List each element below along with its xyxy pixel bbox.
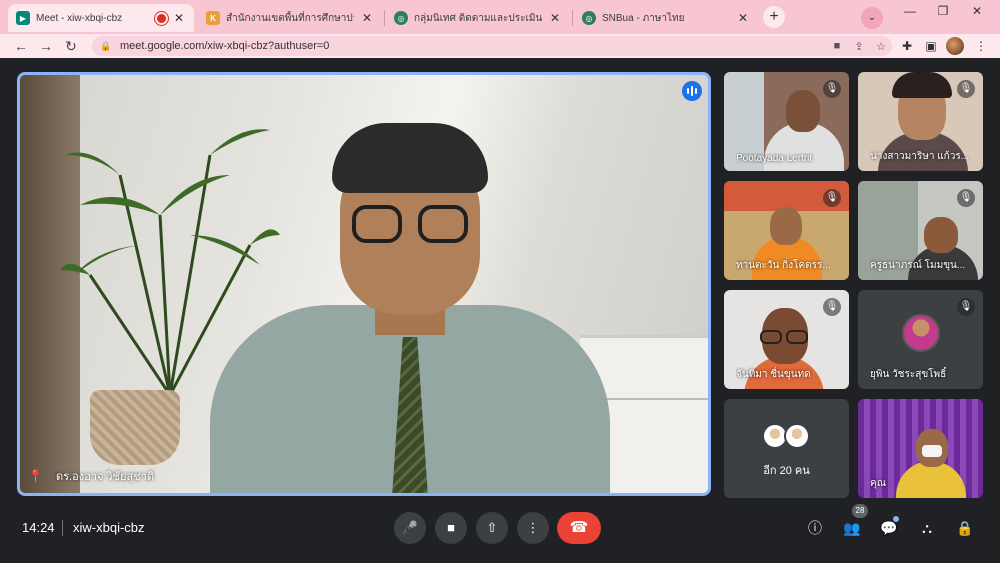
extensions-icon[interactable]: ✚	[898, 37, 916, 55]
tab-search-button[interactable]: ⌄	[861, 7, 883, 29]
tab-title: สำนักงานเขตพื้นที่การศึกษาประถมศึกษ	[226, 12, 354, 24]
new-tab-button[interactable]: +	[763, 6, 785, 28]
participant-tile[interactable]: คุณ	[858, 399, 983, 498]
camera-icon[interactable]: ■	[826, 40, 848, 52]
present-button[interactable]: ⇧	[476, 512, 508, 544]
main-speaker-tile[interactable]: 📍 ดร.องอาจ วิชัยสุชาติ	[17, 72, 711, 496]
close-icon[interactable]: ✕	[172, 11, 186, 25]
tab-office[interactable]: K สำนักงานเขตพื้นที่การศึกษาประถมศึกษ ✕	[198, 4, 382, 32]
people-count-badge: 28	[852, 504, 868, 518]
participant-tile[interactable]: 🎙 ครูธนาภรณ์ โมมขุน...	[858, 181, 983, 280]
globe-icon: ◎	[582, 11, 596, 25]
tab-meet[interactable]: ▶ Meet - xiw-xbqi-cbz ✕	[8, 4, 194, 32]
globe-icon: ◎	[394, 11, 408, 25]
main-speaker-name: ดร.องอาจ วิชัยสุชาติ	[56, 471, 154, 483]
participant-tile[interactable]: 🎙 Pootayada Lertrit	[724, 72, 849, 171]
mic-off-icon: 🎙	[957, 80, 975, 98]
close-icon[interactable]: ✕	[360, 11, 374, 25]
menu-kebab-icon[interactable]: ⋮	[972, 37, 990, 55]
activities-icon[interactable]: ⛬	[917, 518, 937, 538]
camera-button[interactable]: ■	[435, 512, 467, 544]
mic-off-icon: 🎙	[957, 298, 975, 316]
meeting-time: 14:24	[22, 520, 55, 535]
tab-snbua[interactable]: ◎ SNBua - ภาษาไทย ✕	[574, 4, 758, 32]
participant-tile[interactable]: 🎙 จันทิมา ชื่นขุนทด	[724, 290, 849, 389]
more-participants-label: อีก 20 คน	[763, 465, 810, 477]
microphone-button[interactable]: 🎤	[394, 512, 426, 544]
mic-off-icon: 🎙	[823, 80, 841, 98]
bookmark-star-icon[interactable]: ☆	[870, 40, 892, 53]
more-options-button[interactable]: ⋮	[517, 512, 549, 544]
pin-icon[interactable]: 📍	[28, 469, 43, 483]
browser-toolbar: ← → ↻ 🔒 meet.google.com/xiw-xbqi-cbz?aut…	[0, 34, 1000, 58]
address-bar[interactable]: 🔒 meet.google.com/xiw-xbqi-cbz?authuser=…	[92, 36, 892, 56]
divider	[62, 520, 63, 536]
people-icon[interactable]: 👥	[842, 518, 862, 538]
mic-off-icon: 🎙	[823, 298, 841, 316]
close-icon[interactable]: ✕	[736, 11, 750, 25]
tab-divider	[572, 10, 573, 26]
microphone-icon: 🎤	[401, 520, 419, 535]
participant-tile[interactable]: 🎙 ยุพิน วัชระสุขโพธิ์	[858, 290, 983, 389]
url-text: meet.google.com/xiw-xbqi-cbz?authuser=0	[120, 40, 330, 52]
meeting-code: xiw-xbqi-cbz	[73, 520, 145, 535]
participant-name: ครูธนาภรณ์ โมมขุน...	[870, 260, 966, 271]
restore-icon[interactable]: ❐	[928, 4, 958, 18]
minimize-icon[interactable]: —	[895, 4, 925, 18]
speaking-indicator-icon	[682, 81, 702, 101]
participant-name: ยุพิน วัชระสุขโพธิ์	[870, 369, 947, 380]
profile-avatar[interactable]	[946, 37, 964, 55]
participant-tile[interactable]: 🎙 ทานตะวัน กิ่งโคตรร...	[724, 181, 849, 280]
reload-icon[interactable]: ↻	[62, 37, 80, 55]
close-icon[interactable]: ✕	[548, 11, 562, 25]
tab-supervision[interactable]: ◎ กลุ่มนิเทศ ติดตามและประเมินผลการจัด ✕	[386, 4, 570, 32]
present-screen-icon: ⇧	[486, 520, 498, 535]
hangup-phone-icon: ☎	[569, 519, 589, 536]
participant-avatar	[902, 314, 940, 352]
speaker-video	[20, 75, 708, 493]
participant-name: คุณ	[870, 478, 886, 489]
tab-title: Meet - xiw-xbqi-cbz	[36, 12, 123, 24]
mic-off-icon: 🎙	[823, 189, 841, 207]
tab-divider	[384, 10, 385, 26]
close-window-icon[interactable]: ✕	[962, 4, 992, 18]
participant-tile[interactable]: 🎙 นางสาวมาริษา แก้วร...	[858, 72, 983, 171]
host-controls-icon[interactable]: 🔒	[955, 518, 975, 538]
more-participants-tile[interactable]: อีก 20 คน	[724, 399, 849, 498]
recording-icon	[157, 13, 166, 23]
lock-icon: 🔒	[100, 40, 112, 51]
back-icon[interactable]: ←	[12, 37, 30, 55]
site-favicon-icon: K	[206, 11, 220, 25]
chat-notification-dot	[893, 516, 899, 522]
tab-title: กลุ่มนิเทศ ติดตามและประเมินผลการจัด	[414, 12, 542, 24]
participant-name: ทานตะวัน กิ่งโคตรร...	[736, 260, 831, 271]
side-panel-icon[interactable]: ▣	[922, 37, 940, 55]
leave-call-button[interactable]: ☎	[557, 512, 601, 544]
mic-off-icon: 🎙	[957, 189, 975, 207]
participant-avatars	[762, 423, 810, 449]
participant-name: นางสาวมาริษา แก้วร...	[870, 151, 970, 162]
tab-strip: ▶ Meet - xiw-xbqi-cbz ✕ K สำนักงานเขตพื้…	[0, 0, 1000, 34]
share-icon[interactable]: ⇪	[848, 40, 870, 53]
google-meet-icon: ▶	[16, 11, 30, 25]
meeting-info-icon[interactable]: ⓘ	[805, 518, 825, 538]
participant-name: Pootayada Lertrit	[736, 153, 813, 164]
participant-name: จันทิมา ชื่นขุนทด	[736, 369, 811, 380]
tab-title: SNBua - ภาษาไทย	[602, 12, 685, 24]
forward-icon[interactable]: →	[37, 37, 55, 55]
video-camera-icon: ■	[447, 520, 455, 535]
meet-stage: 📍 ดร.องอาจ วิชัยสุชาติ 🎙 Pootayada Lertr…	[0, 58, 1000, 563]
more-vertical-icon: ⋮	[526, 520, 540, 535]
